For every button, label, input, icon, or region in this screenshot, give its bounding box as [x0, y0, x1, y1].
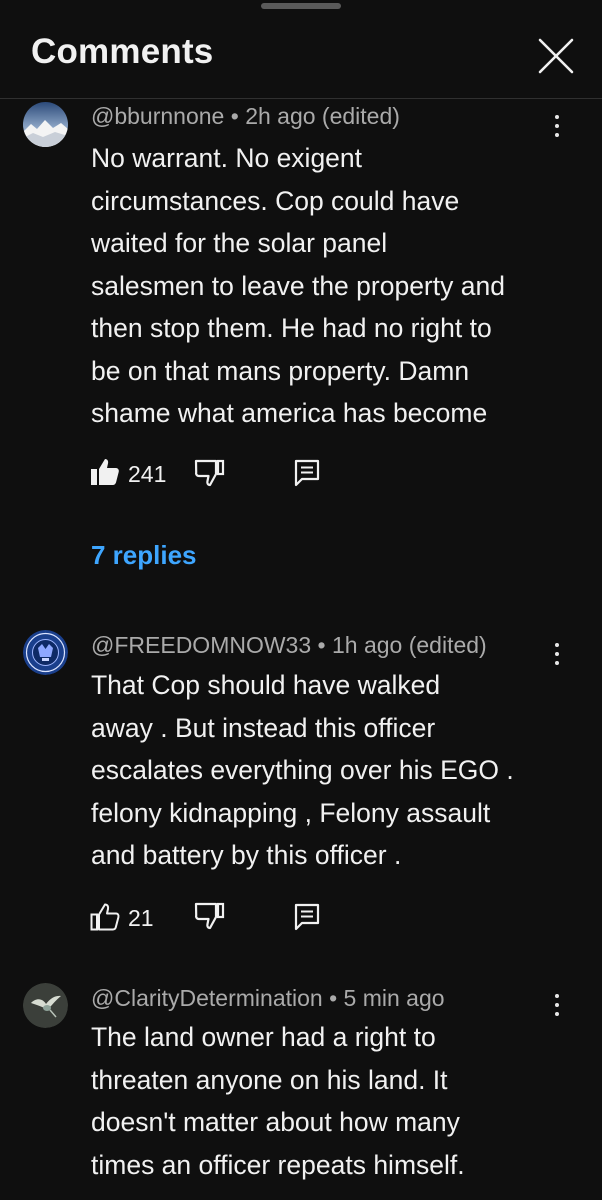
reply-comment-icon: [294, 459, 320, 487]
comment-meta: @ClarityDetermination • 5 min ago: [91, 985, 445, 1012]
comment-meta: @bburnnone • 2h ago (edited): [91, 103, 400, 130]
comment-text: No warrant. No exigent circumstances. Co…: [91, 143, 505, 428]
header-divider: [0, 98, 602, 99]
comment-time: 2h ago (edited): [245, 103, 400, 129]
comment-author[interactable]: @FREEDOMNOW33: [91, 632, 311, 658]
page-title: Comments: [31, 32, 214, 71]
thumb-down-icon: [194, 902, 225, 930]
comment-meta: @FREEDOMNOW33 • 1h ago (edited): [91, 632, 487, 659]
avatar[interactable]: [23, 983, 68, 1028]
comment-time: 5 min ago: [343, 985, 445, 1011]
close-icon: [538, 38, 574, 74]
like-count: 21: [128, 905, 154, 931]
reply-button[interactable]: [294, 903, 320, 936]
dislike-button[interactable]: [194, 902, 226, 935]
meta-separator: •: [322, 985, 344, 1011]
dislike-button[interactable]: [194, 459, 226, 492]
meta-separator: •: [224, 103, 246, 129]
view-replies-button[interactable]: 7 replies: [91, 540, 197, 571]
avatar[interactable]: [23, 630, 68, 675]
like-button[interactable]: [90, 902, 120, 937]
meta-separator: •: [311, 632, 332, 658]
avatar[interactable]: [23, 102, 68, 147]
comment-text: That Cop should have walked away . But i…: [91, 670, 514, 870]
close-button[interactable]: [536, 36, 576, 76]
thumb-up-icon: [91, 459, 119, 485]
thumb-down-icon: [194, 459, 225, 487]
comment-time: 1h ago (edited): [331, 632, 487, 658]
reply-comment-icon: [294, 903, 320, 931]
comment-author[interactable]: @ClarityDetermination: [91, 985, 323, 1011]
like-count: 241: [128, 461, 167, 487]
thumb-up-icon: [90, 903, 120, 931]
reply-button[interactable]: [294, 459, 320, 492]
comment-text: The land owner had a right to threaten a…: [91, 1022, 465, 1180]
drag-handle[interactable]: [261, 3, 341, 9]
like-button[interactable]: [90, 457, 120, 492]
comment-author[interactable]: @bburnnone: [91, 103, 224, 129]
